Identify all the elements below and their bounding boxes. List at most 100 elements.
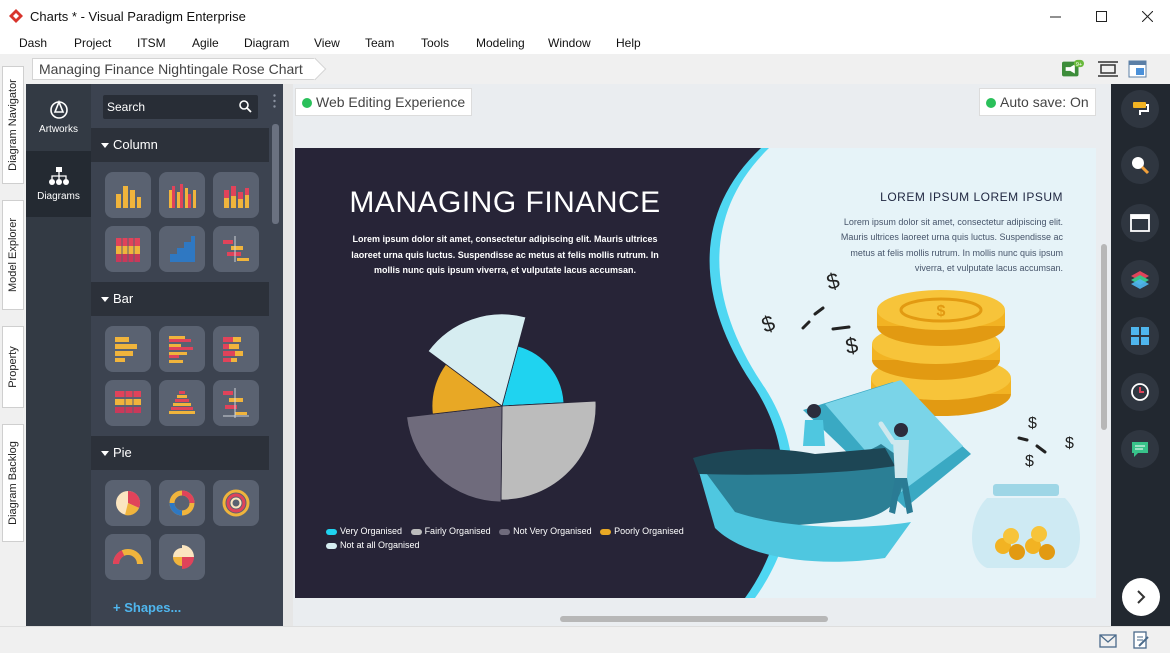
tab-diagram-backlog[interactable]: Diagram Backlog bbox=[2, 424, 24, 542]
shapes-link[interactable]: + Shapes... bbox=[113, 600, 181, 615]
visual-paradigm-logo-icon bbox=[9, 9, 23, 23]
close-button[interactable] bbox=[1124, 0, 1170, 32]
drag-handle-icon[interactable] bbox=[273, 94, 276, 108]
menu-help[interactable]: Help bbox=[616, 36, 641, 50]
auto-save-badge[interactable]: Auto save: On bbox=[979, 88, 1096, 116]
category-bar[interactable]: Bar bbox=[91, 282, 269, 316]
rose-chart-icon bbox=[173, 545, 194, 569]
svg-text:$: $ bbox=[1025, 453, 1034, 470]
category-column[interactable]: Column bbox=[91, 128, 269, 162]
web-editing-badge[interactable]: Web Editing Experience bbox=[295, 88, 473, 116]
nav-diagrams[interactable]: Diagrams bbox=[26, 151, 91, 217]
mail-icon[interactable] bbox=[1099, 634, 1117, 648]
pie-chart-tile-5[interactable] bbox=[159, 534, 205, 580]
diagrams-icon bbox=[48, 167, 69, 185]
bar-chart-tile-6[interactable] bbox=[213, 380, 259, 426]
menu-bar: Dash Project ITSM Agile Diagram View Tea… bbox=[0, 32, 1170, 54]
nav-artworks[interactable]: Artworks bbox=[26, 84, 91, 150]
menu-dash[interactable]: Dash bbox=[19, 36, 47, 50]
coin-jar-illustration bbox=[972, 484, 1080, 568]
column-chart-tile-1[interactable] bbox=[105, 172, 151, 218]
grid-icon bbox=[1131, 327, 1149, 345]
category-bar-label: Bar bbox=[113, 291, 134, 306]
zoom-button[interactable] bbox=[1121, 146, 1159, 184]
layout-icon bbox=[1128, 60, 1147, 78]
menu-project[interactable]: Project bbox=[74, 36, 111, 50]
pie-chart-icon bbox=[116, 490, 141, 516]
panel-button[interactable] bbox=[1121, 204, 1159, 242]
breadcrumb-label: Managing Finance Nightingale Rose Chart bbox=[39, 61, 303, 77]
menu-view[interactable]: View bbox=[314, 36, 340, 50]
menu-window[interactable]: Window bbox=[548, 36, 591, 50]
shape-palette: Search Column Bar Pie + Shapes... bbox=[91, 84, 283, 626]
magnifier-icon bbox=[1132, 157, 1150, 175]
finance-illustration[interactable]: $ $ $ $ $ $ $ bbox=[295, 148, 1096, 598]
step-column-icon bbox=[170, 236, 195, 262]
pie-chart-tile-4[interactable] bbox=[105, 534, 151, 580]
svg-text:$: $ bbox=[1028, 415, 1037, 432]
title-bar: Charts * - Visual Paradigm Enterprise bbox=[0, 0, 1170, 32]
palette-scrollbar[interactable] bbox=[272, 124, 279, 224]
grid-button[interactable] bbox=[1121, 317, 1159, 355]
column-chart-tile-3[interactable] bbox=[213, 172, 259, 218]
tab-model-explorer[interactable]: Model Explorer bbox=[2, 200, 24, 310]
bar-chart-tile-4[interactable] bbox=[105, 380, 151, 426]
menu-tools[interactable]: Tools bbox=[421, 36, 449, 50]
stacked-100-column-icon bbox=[116, 238, 140, 262]
notification-button[interactable]: 9+ bbox=[1062, 58, 1084, 80]
menu-team[interactable]: Team bbox=[365, 36, 394, 50]
breadcrumb[interactable]: Managing Finance Nightingale Rose Chart bbox=[32, 58, 316, 80]
maximize-button[interactable] bbox=[1078, 0, 1124, 32]
diagram-canvas[interactable]: MANAGING FINANCE Lorem ipsum dolor sit a… bbox=[295, 148, 1096, 598]
bar-chart-tile-3[interactable] bbox=[213, 326, 259, 372]
document-edit-icon[interactable] bbox=[1133, 631, 1149, 649]
history-button[interactable] bbox=[1121, 373, 1159, 411]
menu-agile[interactable]: Agile bbox=[192, 36, 219, 50]
fit-page-icon bbox=[1098, 61, 1118, 77]
minimize-button[interactable] bbox=[1032, 0, 1078, 32]
auto-save-label: Auto save: On bbox=[1000, 94, 1089, 110]
category-column-label: Column bbox=[113, 137, 158, 152]
editor-vertical-scrollbar[interactable] bbox=[1101, 244, 1107, 430]
category-pie-label: Pie bbox=[113, 445, 132, 460]
chevron-right-icon bbox=[1137, 590, 1146, 604]
bar-chart-tile-1[interactable] bbox=[105, 326, 151, 372]
menu-diagram[interactable]: Diagram bbox=[244, 36, 289, 50]
tab-diagram-navigator[interactable]: Diagram Navigator bbox=[2, 66, 24, 184]
comments-button[interactable] bbox=[1121, 430, 1159, 468]
nav-diagrams-label: Diagrams bbox=[37, 191, 80, 202]
column-chart-tile-4[interactable] bbox=[105, 226, 151, 272]
pie-chart-tile-2[interactable] bbox=[159, 480, 205, 526]
pie-chart-tile-1[interactable] bbox=[105, 480, 151, 526]
layout-button[interactable] bbox=[1127, 58, 1149, 80]
column-chart-tile-2[interactable] bbox=[159, 172, 205, 218]
search-input[interactable]: Search bbox=[103, 95, 258, 119]
donut-chart-icon bbox=[169, 490, 195, 516]
menu-modeling[interactable]: Modeling bbox=[476, 36, 525, 50]
palette-splitter[interactable] bbox=[283, 84, 293, 626]
grouped-bar-icon bbox=[169, 336, 193, 363]
tab-property[interactable]: Property bbox=[2, 326, 24, 408]
column-chart-tile-5[interactable] bbox=[159, 226, 205, 272]
editor-horizontal-scrollbar[interactable] bbox=[560, 616, 828, 622]
tab-diagram-navigator-label: Diagram Navigator bbox=[7, 79, 19, 171]
population-pyramid-icon bbox=[169, 391, 195, 414]
tab-model-explorer-label: Model Explorer bbox=[7, 218, 19, 292]
category-pie[interactable]: Pie bbox=[91, 436, 269, 470]
paint-roller-icon bbox=[1133, 102, 1149, 115]
bar-chart-tile-2[interactable] bbox=[159, 326, 205, 372]
layers-button[interactable] bbox=[1121, 260, 1159, 298]
pie-chart-tile-3[interactable] bbox=[213, 480, 259, 526]
nav-artworks-label: Artworks bbox=[39, 124, 78, 135]
format-painter-button[interactable] bbox=[1121, 90, 1159, 128]
right-toolbar bbox=[1111, 84, 1170, 626]
minimize-icon bbox=[1049, 16, 1061, 17]
expand-panel-button[interactable] bbox=[1122, 578, 1160, 616]
svg-text:$: $ bbox=[844, 332, 860, 359]
close-icon bbox=[1141, 10, 1153, 22]
bar-chart-tile-5[interactable] bbox=[159, 380, 205, 426]
fit-page-button[interactable] bbox=[1097, 58, 1119, 80]
column-chart-tile-6[interactable] bbox=[213, 226, 259, 272]
svg-text:$: $ bbox=[758, 310, 778, 338]
menu-itsm[interactable]: ITSM bbox=[137, 36, 166, 50]
